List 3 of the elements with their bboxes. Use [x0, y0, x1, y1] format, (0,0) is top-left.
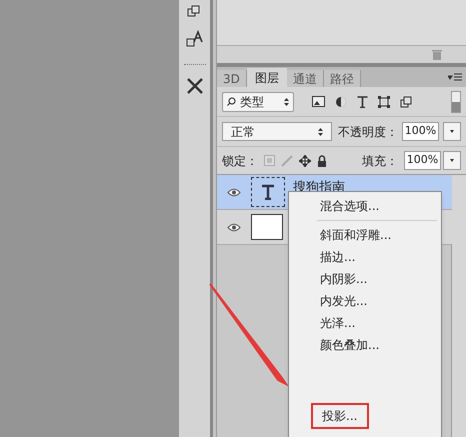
fill-label: 填充： — [362, 152, 398, 170]
opacity-label: 不透明度： — [338, 124, 398, 140]
lock-label: 锁定： — [222, 152, 258, 170]
